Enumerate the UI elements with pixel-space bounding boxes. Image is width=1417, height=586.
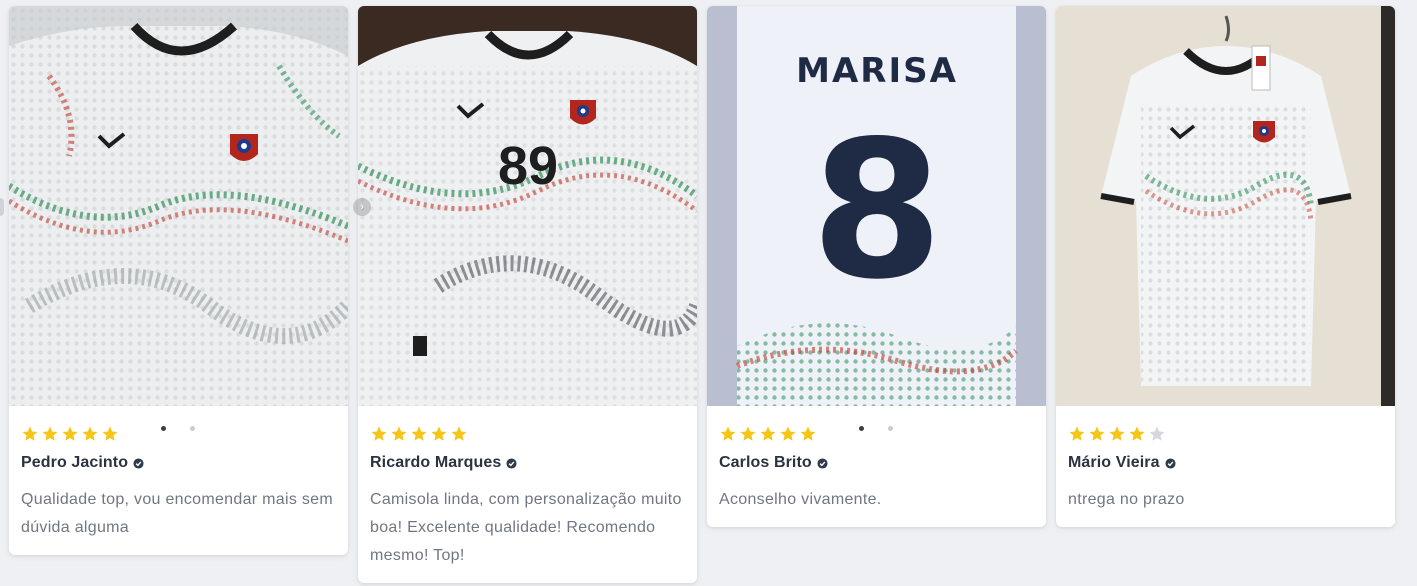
- star-filled-icon: [42, 426, 58, 441]
- star-filled-icon: [1089, 426, 1105, 441]
- star-filled-icon: [720, 426, 736, 441]
- star-filled-icon: [431, 426, 447, 441]
- review-card-2: 89 Ricardo Marques Camisola linda, com p…: [358, 6, 697, 583]
- review-card-4: Mário Vieira ntrega no prazo: [1056, 6, 1395, 527]
- star-filled-icon: [760, 426, 776, 441]
- jersey-image: [1056, 6, 1395, 406]
- verified-icon: [133, 457, 144, 469]
- review-text: Aconselho vivamente.: [719, 491, 882, 508]
- star-filled-icon: [451, 426, 467, 441]
- star-filled-icon: [82, 426, 98, 441]
- star-filled-icon: [371, 426, 387, 441]
- review-card-3: MARISA 8 Carlos Brito Aconselho vivament…: [707, 6, 1046, 527]
- star-filled-icon: [1129, 426, 1145, 441]
- reviewer-name: Carlos Brito: [719, 454, 812, 471]
- verified-icon: [506, 457, 517, 469]
- star-empty-icon: [1149, 426, 1165, 441]
- review-photo[interactable]: [1056, 6, 1395, 406]
- star-filled-icon: [780, 426, 796, 441]
- star-filled-icon: [411, 426, 427, 441]
- jersey-number: 8: [811, 100, 943, 321]
- review-text: Camisola linda, com personalização muito…: [370, 491, 682, 564]
- jersey-name: MARISA: [796, 51, 958, 91]
- rating-stars: [370, 424, 685, 444]
- review-text: ntrega no prazo: [1068, 491, 1185, 508]
- pagination-dot[interactable]: [859, 426, 864, 431]
- star-filled-icon: [800, 426, 816, 441]
- image-pagination-dots[interactable]: [859, 426, 893, 431]
- pagination-dot[interactable]: [161, 426, 166, 431]
- reviewer-name: Mário Vieira: [1068, 454, 1160, 471]
- jersey-image: 89: [358, 6, 697, 406]
- rating-stars: [1068, 424, 1383, 444]
- pagination-dot[interactable]: [190, 426, 195, 431]
- reviewer-name: Pedro Jacinto: [21, 454, 129, 471]
- reviewer-name: Ricardo Marques: [370, 454, 502, 471]
- review-photo[interactable]: MARISA 8: [707, 6, 1046, 406]
- jersey-number: 89: [498, 136, 558, 196]
- jersey-image: MARISA 8: [707, 6, 1046, 406]
- star-filled-icon: [391, 426, 407, 441]
- star-filled-icon: [102, 426, 118, 441]
- verified-icon: [817, 457, 828, 469]
- review-card-1: Pedro Jacinto Qualidade top, vou encomen…: [9, 6, 348, 555]
- carousel-next-icon[interactable]: ›: [353, 198, 371, 216]
- star-filled-icon: [1109, 426, 1125, 441]
- image-pagination-dots[interactable]: [161, 426, 195, 431]
- star-filled-icon: [22, 426, 38, 441]
- star-filled-icon: [740, 426, 756, 441]
- star-filled-icon: [62, 426, 78, 441]
- carousel-left-edge[interactable]: [0, 198, 4, 216]
- review-photo[interactable]: 89: [358, 6, 697, 406]
- jersey-image: [9, 6, 348, 406]
- star-filled-icon: [1069, 426, 1085, 441]
- review-text: Qualidade top, vou encomendar mais sem d…: [21, 491, 334, 536]
- pagination-dot[interactable]: [888, 426, 893, 431]
- review-photo[interactable]: [9, 6, 348, 406]
- verified-icon: [1165, 457, 1176, 469]
